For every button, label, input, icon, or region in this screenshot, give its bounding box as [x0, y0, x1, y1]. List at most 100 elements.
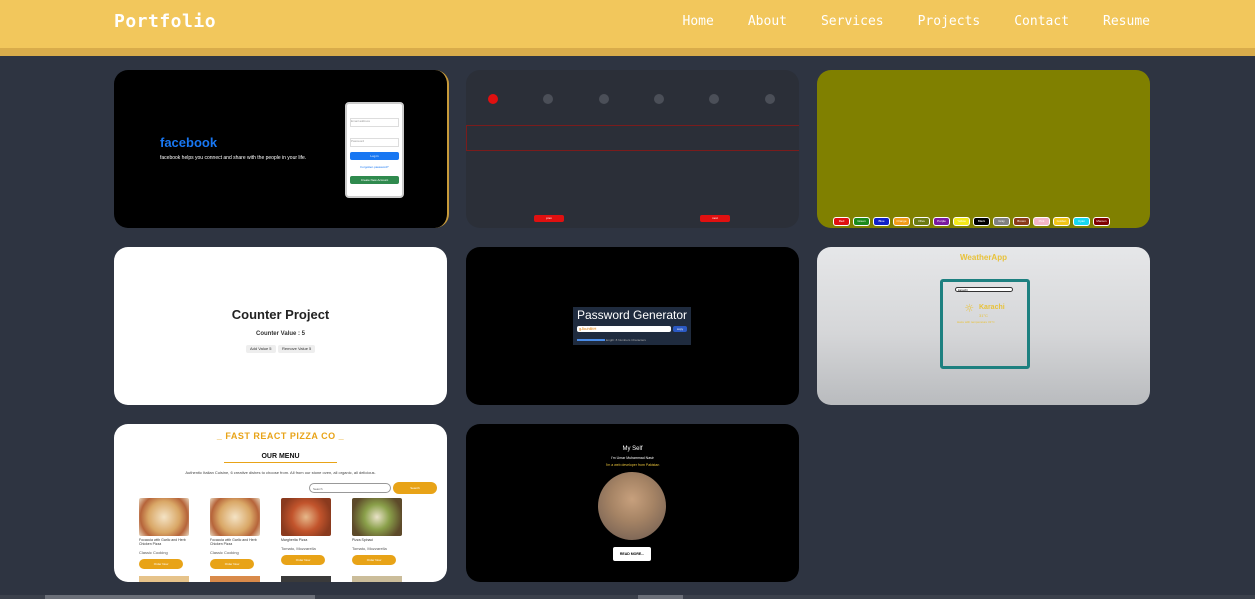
length-label: length: 8: [605, 338, 618, 342]
counter-title: Counter Project: [231, 307, 330, 322]
length-slider[interactable]: [577, 339, 605, 342]
weather-temp: 31°C: [979, 313, 988, 318]
pizza-item: Margherita Pizza Tomato, Mozzarella Orde…: [281, 498, 341, 565]
scrollbar-thumb[interactable]: [45, 595, 315, 599]
top-navbar: Portfolio Home About Services Projects C…: [0, 0, 1255, 56]
pizza-title: _ FAST REACT PIZZA CO _: [216, 431, 345, 441]
color-chip-golden[interactable]: Golden: [1053, 217, 1070, 226]
nav-contact[interactable]: Contact: [1014, 14, 1069, 29]
pizza-name: Pizza Spinaci: [352, 538, 374, 542]
nav-home[interactable]: Home: [683, 14, 714, 29]
step-dot: [599, 94, 609, 104]
horizontal-scrollbar[interactable]: [0, 595, 1255, 599]
nav-services[interactable]: Services: [821, 14, 884, 29]
pizza-tag: Classic Cooking: [139, 550, 168, 555]
password-title: Password Generator: [577, 308, 688, 322]
nav-about[interactable]: About: [748, 14, 787, 29]
step-dot: [488, 94, 498, 104]
myself-title: My Self: [622, 446, 643, 452]
myself-name: I'm Umar Muhammad Nasir: [611, 456, 654, 460]
pizza-image: [139, 576, 189, 582]
project-card-pizza[interactable]: _ FAST REACT PIZZA CO _ OUR MENU Authent…: [114, 424, 447, 582]
color-buttons: Red Green Blue Orange Olive Purple Yellow Black…: [833, 217, 1110, 226]
next-button[interactable]: next: [700, 215, 730, 222]
pizza-tag: Classic Cooking: [210, 550, 239, 555]
order-button[interactable]: Order Now: [281, 555, 325, 565]
pizza-desc: Authentic Italian Cuisine, 6 creative di…: [185, 470, 376, 475]
order-button[interactable]: Order Now: [139, 559, 183, 569]
pizza-image: [139, 498, 189, 536]
color-chip-orange[interactable]: Orange: [893, 217, 910, 226]
facebook-logo: facebook: [160, 135, 218, 150]
copy-button[interactable]: copy: [673, 326, 687, 332]
weather-title: WeatherApp: [960, 253, 1007, 262]
counter-value: Counter Value : 5: [255, 331, 305, 337]
color-chip-cyan[interactable]: Cyan: [1073, 217, 1090, 226]
prev-button[interactable]: prev: [534, 215, 564, 222]
scrollbar-thumb[interactable]: [638, 595, 683, 599]
color-chip-yellow[interactable]: Yellow: [953, 217, 970, 226]
password-options: length: 8 Numbers Characters: [577, 338, 687, 342]
avatar: [598, 472, 666, 540]
password-field[interactable]: Password: [350, 138, 399, 147]
project-card-color-switcher[interactable]: Red Green Blue Orange Olive Purple Yellow Black…: [817, 70, 1150, 228]
color-chip-olive[interactable]: Olive: [913, 217, 930, 226]
project-card-myself[interactable]: My Self I'm Umar Muhammad Nasir I'm a we…: [466, 424, 799, 582]
pizza-item: Focaccia with Garlic and Herb Chicken Pi…: [139, 498, 199, 569]
color-chip-gray[interactable]: Gray: [993, 217, 1010, 226]
color-chip-brown[interactable]: Brown: [1013, 217, 1030, 226]
forgot-link[interactable]: Forgotten password?: [347, 165, 402, 169]
pizza-image: [210, 498, 260, 536]
create-account-button[interactable]: Create New Account: [350, 176, 399, 184]
email-field[interactable]: Email address: [350, 118, 399, 127]
project-card-password-generator[interactable]: Password Generator gJkuhBtH copy length:…: [466, 247, 799, 405]
progress-band: [466, 125, 799, 151]
weather-panel: karachi ☼ Karachi 31°C Haze with tempera…: [940, 279, 1030, 369]
numbers-checkbox[interactable]: Numbers: [618, 338, 630, 342]
nav-resume[interactable]: Resume: [1103, 14, 1150, 29]
color-chip-black[interactable]: Black: [973, 217, 990, 226]
pizza-search-input[interactable]: Search: [309, 483, 391, 493]
pizza-image: [210, 576, 260, 582]
pizza-menu-heading: OUR MENU: [261, 453, 300, 460]
pizza-tag: Tomato, Mozzarella: [352, 546, 387, 551]
myself-role: I'm a web developer from Pakistan: [605, 463, 660, 467]
step-dot: [765, 94, 775, 104]
color-chip-red[interactable]: Red: [833, 217, 850, 226]
color-chip-green[interactable]: Green: [853, 217, 870, 226]
project-card-counter[interactable]: Counter Project Counter Value : 5 Add Va…: [114, 247, 447, 405]
nav-projects[interactable]: Projects: [918, 14, 981, 29]
city-search-input[interactable]: karachi: [955, 287, 1013, 292]
pizza-item: Pizza Spinaci Tomato, Mozzarella Order N…: [352, 498, 412, 565]
step-dot: [543, 94, 553, 104]
pizza-name: Focaccia with Garlic and Herb Chicken Pi…: [139, 538, 186, 546]
characters-checkbox[interactable]: Characters: [631, 338, 646, 342]
login-button[interactable]: Log in: [350, 152, 399, 160]
pizza-image: [281, 576, 331, 582]
project-card-weather[interactable]: WeatherApp karachi ☼ Karachi 31°C Haze w…: [817, 247, 1150, 405]
color-chip-pink[interactable]: Pink: [1033, 217, 1050, 226]
pizza-search-button[interactable]: Search: [393, 482, 437, 494]
password-generator-panel: Password Generator gJkuhBtH copy length:…: [573, 307, 691, 345]
project-card-facebook[interactable]: facebook facebook helps you connect and …: [114, 70, 449, 228]
add-value-button[interactable]: Add Value 5: [246, 345, 276, 353]
divider: [224, 462, 337, 463]
project-card-stepper[interactable]: prev next: [466, 70, 799, 228]
color-chip-maroon[interactable]: Maroon: [1093, 217, 1110, 226]
facebook-login-box: Email address Password Log in Forgotten …: [345, 102, 404, 198]
color-chip-purple[interactable]: Purple: [933, 217, 950, 226]
read-more-button[interactable]: READ MORE...: [613, 547, 651, 561]
weather-icon: ☼: [965, 301, 974, 317]
remove-value-button[interactable]: Remove Value 5: [278, 345, 316, 353]
pizza-image: [352, 576, 402, 582]
color-chip-blue[interactable]: Blue: [873, 217, 890, 226]
password-output[interactable]: gJkuhBtH: [577, 326, 671, 332]
order-button[interactable]: Order Now: [352, 555, 396, 565]
step-dot: [654, 94, 664, 104]
pizza-name: Margherita Pizza: [281, 538, 308, 542]
order-button[interactable]: Order Now: [210, 559, 254, 569]
weather-city: Karachi: [979, 304, 1005, 311]
pizza-name: Focaccia with Garlic and Herb Chicken Pi…: [210, 538, 257, 546]
pizza-tag: Tomato, Mozzarella: [281, 546, 316, 551]
brand-logo[interactable]: Portfolio: [114, 11, 216, 32]
